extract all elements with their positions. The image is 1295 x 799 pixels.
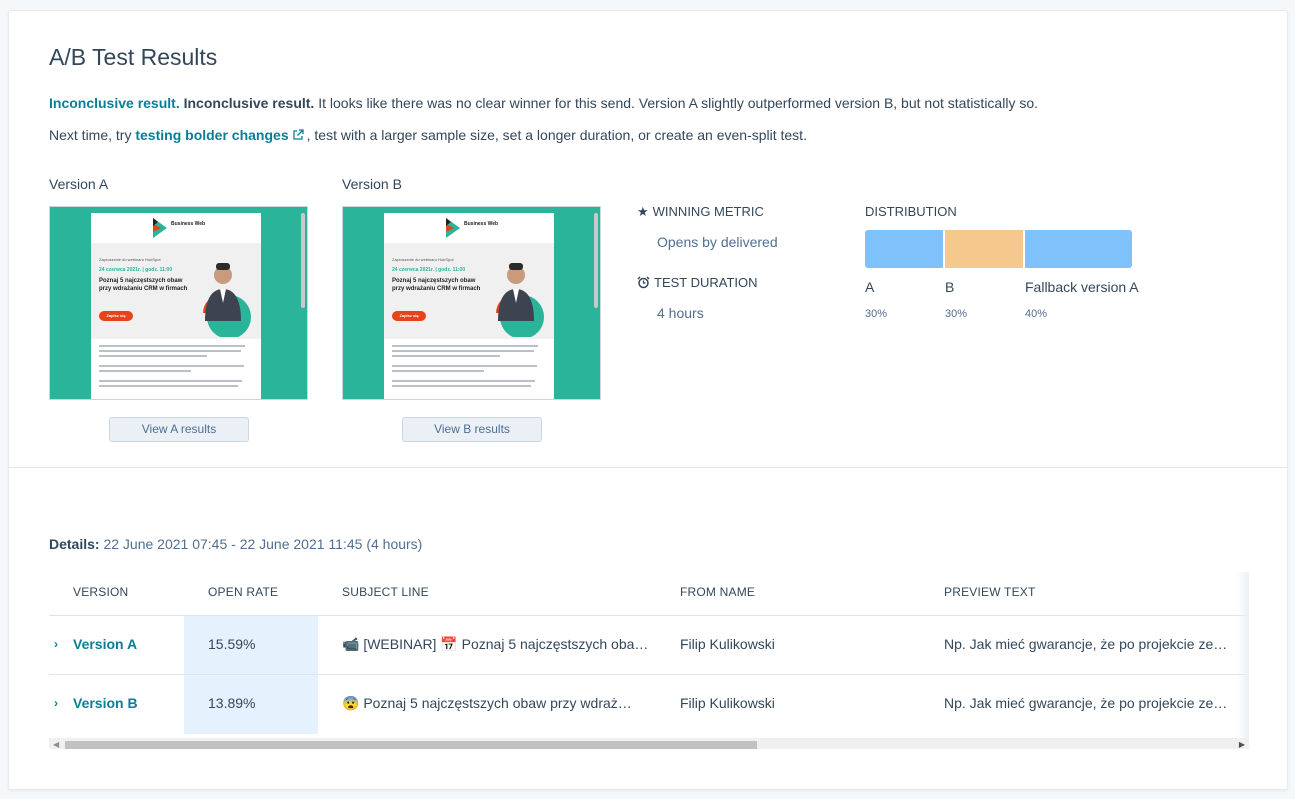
preview-text-cell: Np. Jak mieć gwarancje, że po projekcie … [944, 636, 1228, 652]
speaker-photo [203, 263, 251, 337]
expand-chevron-icon[interactable]: › [54, 637, 58, 651]
preview-text-cell: Np. Jak mieć gwarancje, że po projekcie … [944, 695, 1228, 711]
section-divider [9, 467, 1287, 468]
from-name-cell: Filip Kulikowski [680, 636, 775, 652]
page-title: A/B Test Results [49, 44, 218, 70]
email-hero: Zaproszenie do webinaru HubSpot 24 czerw… [384, 243, 554, 339]
distribution-label-1: A [865, 279, 875, 295]
hero-cta: Zapisz się [392, 311, 426, 321]
column-header-preview-text[interactable]: PREVIEW TEXT [944, 585, 1036, 599]
hero-headline: Poznaj 5 najczęstszych obaw przy wdrażan… [392, 278, 481, 292]
version-a-label: Version A [49, 176, 109, 192]
details-label: Details: [49, 536, 100, 552]
result-link[interactable]: Inconclusive result. [49, 95, 180, 111]
distribution-percent-3: 40% [1025, 308, 1048, 320]
scrollbar-thumb[interactable] [65, 741, 757, 749]
ab-test-results-card: A/B Test Results Inconclusive result. In… [8, 10, 1288, 790]
scroll-right-icon[interactable]: ▶ [1239, 740, 1245, 749]
email-body-text [392, 345, 546, 390]
brand-name: Business Web [171, 221, 206, 227]
version-b-label: Version B [342, 176, 402, 192]
email-body-text [99, 345, 253, 390]
winning-metric-label: WINNING METRIC [652, 204, 764, 219]
view-a-results-button[interactable]: View A results [109, 417, 249, 442]
column-header-version[interactable]: VERSION [73, 585, 128, 599]
winning-metric-heading: ★ WINNING METRIC [637, 204, 764, 220]
result-summary: Inconclusive result. Inconclusive result… [49, 95, 1038, 111]
star-icon: ★ [637, 204, 649, 219]
distribution-segment-3 [1025, 230, 1132, 268]
external-link-icon[interactable] [292, 128, 304, 144]
details-line: Details: 22 June 2021 07:45 - 22 June 20… [49, 536, 422, 552]
table-row: › Version B 13.89% 😨 Poznaj 5 najczęstsz… [49, 674, 1249, 734]
hero-intro: Zaproszenie do webinaru HubSpot [392, 257, 454, 262]
distribution-label-2: B [945, 279, 955, 295]
version-b-email-preview[interactable]: Business Web Zaproszenie do webinaru Hub… [342, 206, 601, 400]
table-row: › Version A 15.59% 📹 [WEBINAR] 📅 Poznaj … [49, 615, 1249, 675]
advice-text: Next time, try testing bolder changes , t… [49, 127, 807, 144]
advice-prefix: Next time, try [49, 127, 136, 143]
alarm-clock-icon [637, 276, 650, 292]
distribution-segment-2 [945, 230, 1023, 268]
scroll-left-icon[interactable]: ◀ [53, 740, 59, 749]
expand-chevron-icon[interactable]: › [54, 696, 58, 710]
winning-metric-value: Opens by delivered [657, 234, 778, 250]
distribution-percent-2: 30% [945, 308, 968, 320]
hero-date: 24 czerwca 2021r. | godz. 11:00 [99, 267, 173, 273]
advice-suffix: , test with a larger sample size, set a … [306, 127, 807, 143]
version-a-row-link[interactable]: Version A [73, 636, 137, 652]
distribution-label-3: Fallback version A [1025, 279, 1139, 295]
distribution-heading: DISTRIBUTION [865, 204, 957, 219]
email-thumbnail: Business Web Zaproszenie do webinaru Hub… [91, 213, 261, 399]
hero-intro: Zaproszenie do webinaru HubSpot [99, 257, 161, 262]
subject-line-cell: 📹 [WEBINAR] 📅 Poznaj 5 najczęstszych oba… [342, 636, 649, 652]
distribution-percent-1: 30% [865, 308, 888, 320]
email-hero: Zaproszenie do webinaru HubSpot 24 czerw… [91, 243, 261, 339]
table-scroll-shadow [1237, 572, 1249, 738]
open-rate-cell: 13.89% [208, 695, 256, 711]
preview-scrollbar[interactable] [301, 213, 305, 308]
hero-cta: Zapisz się [99, 311, 133, 321]
brand-logo-icon [153, 218, 167, 238]
result-description: It looks like there was no clear winner … [314, 95, 1039, 111]
open-rate-cell: 15.59% [208, 636, 256, 652]
speaker-photo [496, 263, 544, 337]
version-b-row-link[interactable]: Version B [73, 695, 138, 711]
preview-scrollbar[interactable] [594, 213, 598, 308]
results-table: VERSION OPEN RATE SUBJECT LINE FROM NAME… [49, 572, 1249, 749]
brand-logo-icon [446, 218, 460, 238]
distribution-segment-1 [865, 230, 943, 268]
details-value: 22 June 2021 07:45 - 22 June 2021 11:45 … [99, 536, 423, 552]
subject-line-cell: 😨 Poznaj 5 najczęstszych obaw przy wdraż… [342, 695, 632, 711]
view-b-results-button[interactable]: View B results [402, 417, 542, 442]
test-duration-value: 4 hours [657, 305, 704, 321]
testing-bolder-changes-link[interactable]: testing bolder changes [135, 127, 288, 143]
column-header-from-name[interactable]: FROM NAME [680, 585, 755, 599]
result-status: Inconclusive result. [183, 95, 315, 111]
email-thumbnail: Business Web Zaproszenie do webinaru Hub… [384, 213, 554, 399]
hero-date: 24 czerwca 2021r. | godz. 11:00 [392, 267, 466, 273]
version-a-email-preview[interactable]: Business Web Zaproszenie do webinaru Hub… [49, 206, 308, 400]
brand-name: Business Web [464, 221, 499, 227]
column-header-open-rate[interactable]: OPEN RATE [208, 585, 278, 599]
hero-headline: Poznaj 5 najczęstszych obaw przy wdrażan… [99, 278, 188, 292]
horizontal-scrollbar[interactable]: ◀ ▶ [49, 738, 1249, 749]
from-name-cell: Filip Kulikowski [680, 695, 775, 711]
test-duration-label: TEST DURATION [654, 275, 758, 290]
test-duration-heading: TEST DURATION [637, 275, 758, 292]
column-header-subject-line[interactable]: SUBJECT LINE [342, 585, 429, 599]
